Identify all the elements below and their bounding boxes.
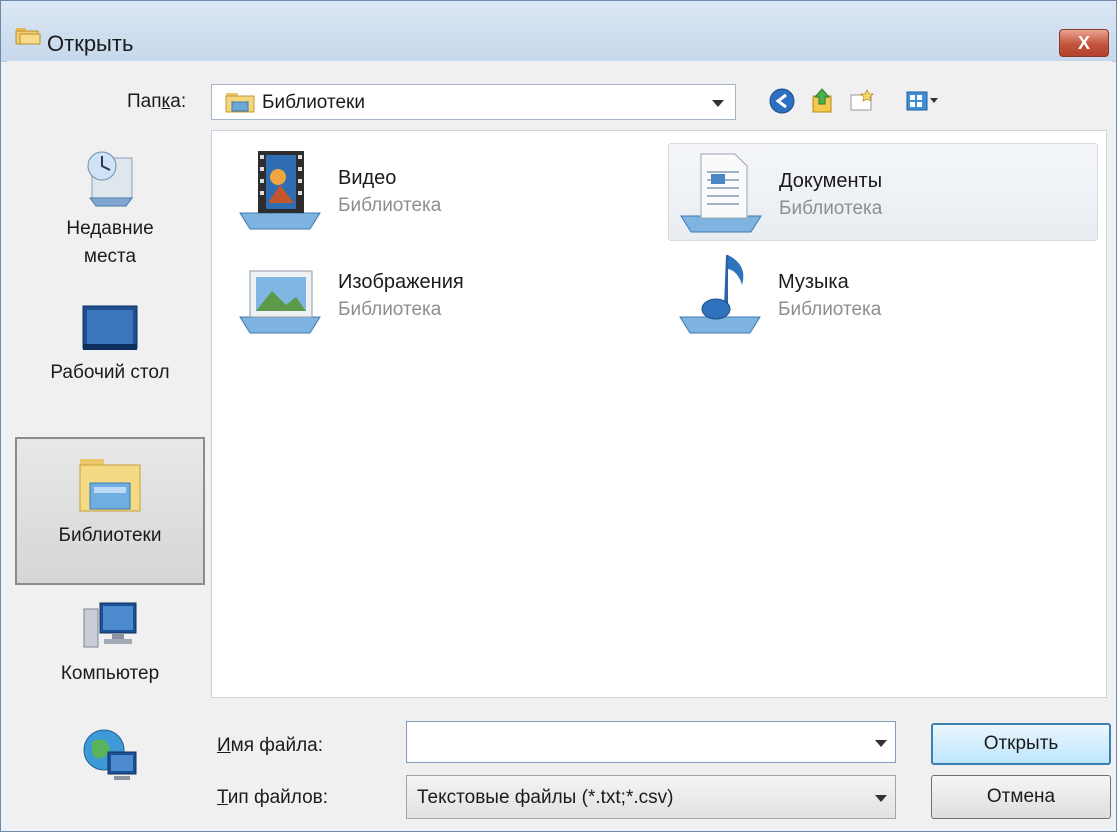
item-name: Музыка xyxy=(778,271,849,293)
list-item[interactable]: Видео Библиотека xyxy=(228,141,648,239)
cancel-button[interactable]: Отмена xyxy=(931,775,1111,819)
libraries-small-icon xyxy=(225,93,255,113)
list-item[interactable]: Документы Библиотека xyxy=(668,143,1098,241)
filename-field[interactable] xyxy=(406,721,896,763)
close-button[interactable]: X xyxy=(1059,29,1109,57)
lookin-label: Папка: xyxy=(127,91,187,112)
place-label: Недавние места xyxy=(66,218,154,267)
place-libraries[interactable]: Библиотеки xyxy=(15,437,205,585)
window-title: Открыть xyxy=(47,31,134,56)
lookin-combobox[interactable]: Библиотеки xyxy=(211,84,736,120)
chevron-down-icon[interactable] xyxy=(712,100,724,107)
place-label: Компьютер xyxy=(60,663,160,684)
item-name: Документы xyxy=(779,170,883,192)
folder-open-icon xyxy=(15,28,41,45)
close-icon: X xyxy=(1077,33,1090,53)
back-icon[interactable] xyxy=(767,86,797,116)
item-name: Изображения xyxy=(338,271,464,293)
up-folder-icon[interactable] xyxy=(807,86,837,116)
documents-library-icon xyxy=(680,153,762,233)
desktop-icon xyxy=(82,305,138,350)
pictures-library-icon xyxy=(239,270,321,334)
computer-icon xyxy=(83,602,137,648)
item-type: Библиотека xyxy=(779,198,883,219)
filetype-value: Текстовые файлы (*.txt;*.csv) xyxy=(417,787,674,808)
place-label: Рабочий стол xyxy=(50,362,170,383)
item-name: Видео xyxy=(338,167,397,189)
open-dialog: Открыть X Папка: Библиотеки Недавние мес… xyxy=(0,0,1117,832)
chevron-down-icon[interactable] xyxy=(875,740,887,747)
list-item[interactable]: Музыка Библиотека xyxy=(668,245,1098,343)
list-item[interactable]: Изображения Библиотека xyxy=(228,245,648,343)
recent-places-icon xyxy=(87,151,133,207)
place-label: Библиотеки xyxy=(58,525,162,546)
network-icon xyxy=(83,729,137,780)
filename-label: Имя файла: xyxy=(217,735,324,756)
view-menu-icon[interactable] xyxy=(905,86,941,116)
place-network[interactable] xyxy=(15,722,205,802)
new-folder-icon[interactable] xyxy=(847,86,877,116)
place-recent[interactable]: Недавние места xyxy=(15,140,205,300)
lookin-value: Библиотеки xyxy=(262,92,365,113)
open-button[interactable]: Открыть xyxy=(931,723,1111,765)
place-computer[interactable]: Компьютер xyxy=(15,597,205,697)
place-desktop[interactable]: Рабочий стол xyxy=(15,302,205,412)
item-type: Библиотека xyxy=(338,195,442,216)
filetype-combobox[interactable]: Текстовые файлы (*.txt;*.csv) xyxy=(406,775,896,819)
music-library-icon xyxy=(679,255,761,334)
title-bar[interactable]: Открыть X xyxy=(1,1,1116,62)
file-list[interactable]: Видео Библиотека Документы Библиотека Из… xyxy=(211,130,1107,698)
libraries-icon xyxy=(79,459,141,512)
item-type: Библиотека xyxy=(338,299,442,320)
chevron-down-icon[interactable] xyxy=(875,795,887,802)
video-library-icon xyxy=(239,151,321,230)
places-bar: Недавние места Рабочий стол Библиотеки К… xyxy=(15,130,205,826)
item-type: Библиотека xyxy=(778,299,882,320)
filetype-label: Тип файлов: xyxy=(217,787,329,808)
